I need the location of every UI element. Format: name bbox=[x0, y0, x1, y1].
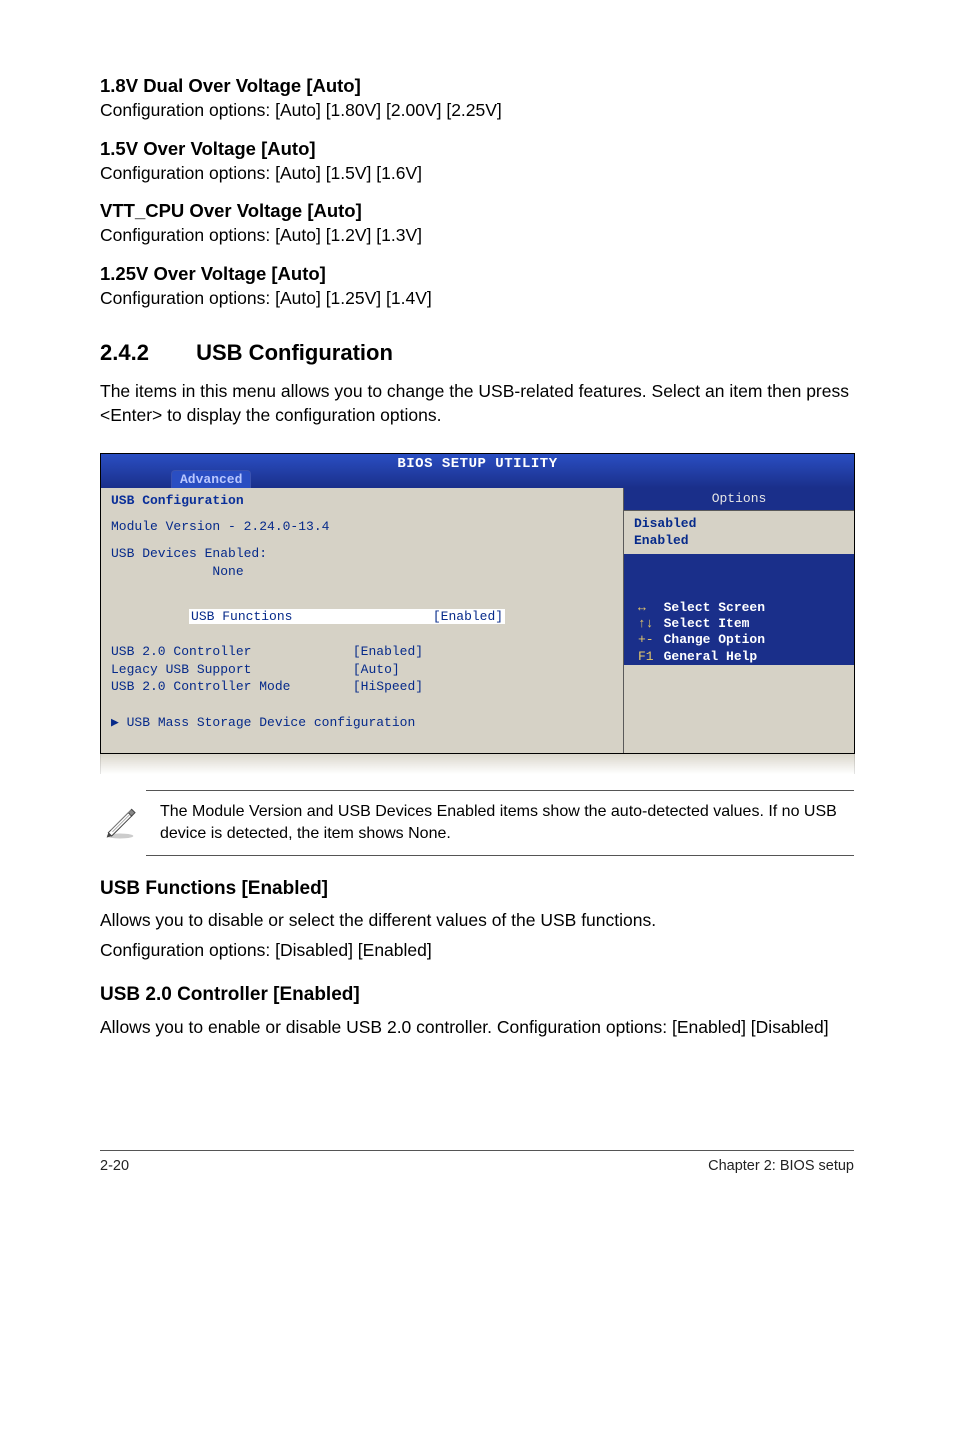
page-footer: 2-20 Chapter 2: BIOS setup bbox=[100, 1150, 854, 1177]
chapter-label: Chapter 2: BIOS setup bbox=[708, 1157, 854, 1177]
heading-1-5v: 1.5V Over Voltage [Auto] bbox=[100, 137, 854, 162]
bios-option-enabled[interactable]: Enabled bbox=[634, 532, 844, 550]
section-intro: The items in this menu allows you to cha… bbox=[100, 380, 854, 427]
bios-devices-none: None bbox=[111, 563, 613, 581]
bios-item-label: USB 2.0 Controller bbox=[111, 644, 251, 659]
bios-item-label: USB 2.0 Controller Mode bbox=[111, 679, 290, 694]
heading-1-8v: 1.8V Dual Over Voltage [Auto] bbox=[100, 74, 854, 99]
bios-item-usb20-controller[interactable]: USB 2.0 Controller [Enabled] bbox=[111, 643, 613, 661]
text-1-5v-options: Configuration options: [Auto] [1.5V] [1.… bbox=[100, 162, 854, 186]
section-title: USB Configuration bbox=[196, 340, 393, 365]
bios-fade bbox=[100, 754, 855, 774]
bios-module-version: Module Version - 2.24.0-13.4 bbox=[111, 518, 613, 536]
section-number: 2.4.2 bbox=[100, 338, 190, 368]
note-text: The Module Version and USB Devices Enabl… bbox=[160, 801, 848, 844]
bios-item-value: [HiSpeed] bbox=[353, 679, 423, 694]
bios-item-label: Legacy USB Support bbox=[111, 662, 251, 677]
bios-title: BIOS SETUP UTILITY bbox=[397, 456, 557, 472]
heading-vtt-cpu: VTT_CPU Over Voltage [Auto] bbox=[100, 199, 854, 224]
bios-item-value: [Enabled] bbox=[433, 609, 503, 624]
bios-help-labels: Select Screen Select Item Change Option … bbox=[664, 600, 765, 665]
bios-item-usb20-mode[interactable]: USB 2.0 Controller Mode [HiSpeed] bbox=[111, 678, 613, 696]
text-1-25v-options: Configuration options: [Auto] [1.25V] [1… bbox=[100, 287, 854, 311]
bios-item-label: USB Functions bbox=[191, 609, 292, 624]
section-heading: 2.4.2 USB Configuration bbox=[100, 338, 854, 368]
heading-usb-functions: USB Functions [Enabled] bbox=[100, 876, 854, 902]
page-number: 2-20 bbox=[100, 1157, 129, 1177]
bios-item-value: [Enabled] bbox=[353, 644, 423, 659]
bios-options-title: Options bbox=[624, 488, 854, 511]
bios-title-bar: BIOS SETUP UTILITY Advanced bbox=[101, 454, 854, 488]
bios-item-usb-functions[interactable]: USB Functions [Enabled] bbox=[111, 591, 613, 644]
text-vtt-cpu-options: Configuration options: [Auto] [1.2V] [1.… bbox=[100, 224, 854, 248]
text-usb20-controller: Allows you to enable or disable USB 2.0 … bbox=[100, 1016, 854, 1040]
note-block: The Module Version and USB Devices Enabl… bbox=[146, 790, 854, 855]
text-usb-functions-1: Allows you to disable or select the diff… bbox=[100, 909, 854, 933]
bios-submenu-label: USB Mass Storage Device configuration bbox=[127, 715, 416, 730]
bios-left-pane: USB Configuration Module Version - 2.24.… bbox=[101, 488, 624, 753]
heading-1-25v: 1.25V Over Voltage [Auto] bbox=[100, 262, 854, 287]
bios-option-disabled[interactable]: Disabled bbox=[634, 515, 844, 533]
bios-item-legacy-usb[interactable]: Legacy USB Support [Auto] bbox=[111, 661, 613, 679]
text-usb-functions-2: Configuration options: [Disabled] [Enabl… bbox=[100, 939, 854, 963]
bios-help-keys: ↔ ↑↓ +- F1 bbox=[638, 600, 654, 665]
bios-left-header: USB Configuration bbox=[111, 492, 613, 510]
pencil-note-icon bbox=[100, 801, 140, 841]
heading-usb20-controller: USB 2.0 Controller [Enabled] bbox=[100, 982, 854, 1008]
bios-screenshot: BIOS SETUP UTILITY Advanced USB Configur… bbox=[100, 453, 854, 774]
bios-right-pane: Options Disabled Enabled ↔ ↑↓ +- F1 Sele… bbox=[624, 488, 854, 753]
text-1-8v-options: Configuration options: [Auto] [1.80V] [2… bbox=[100, 99, 854, 123]
bios-tab-advanced[interactable]: Advanced bbox=[171, 470, 251, 488]
bios-devices-header: USB Devices Enabled: bbox=[111, 545, 613, 563]
bios-item-value: [Auto] bbox=[353, 662, 400, 677]
bios-submenu-usb-mass-storage[interactable]: ▶ USB Mass Storage Device configuration bbox=[111, 714, 613, 732]
triangle-right-icon: ▶ bbox=[111, 714, 119, 732]
